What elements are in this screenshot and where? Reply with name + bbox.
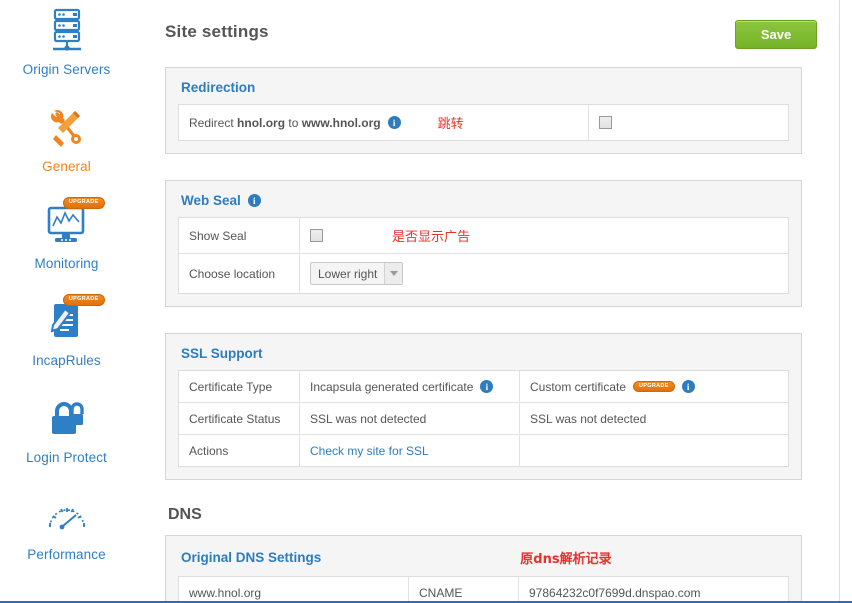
sidebar-item-monitoring[interactable]: UPGRADE Monitoring xyxy=(0,197,133,297)
redirection-panel: Redirection Redirect hnol.org to www.hno… xyxy=(165,67,802,154)
redirect-to: www.hnol.org xyxy=(301,115,381,130)
original-dns-settings-title: Original DNS Settings 原dns解析记录 xyxy=(181,548,789,567)
choose-location-value-cell: Lower right xyxy=(300,254,788,293)
sidebar-item-label: IncapRules xyxy=(32,353,101,368)
ssl-incapsula-cert-text: Incapsula generated certificate xyxy=(310,379,474,394)
ssl-row-label: Actions xyxy=(179,435,300,466)
sidebar-item-login-protect[interactable]: Login Protect xyxy=(0,394,133,491)
ssl-row-label: Certificate Status xyxy=(179,403,300,434)
ssl-status-incapsula: SSL was not detected xyxy=(300,403,520,434)
main-content: Site settings Save Redirection Redirect … xyxy=(133,0,852,601)
table-row: Choose location Lower right xyxy=(179,254,788,293)
web-seal-title: Web Seal i xyxy=(181,193,789,208)
table-row: Certificate Type Incapsula generated cer… xyxy=(179,371,788,403)
redirection-table: Redirect hnol.org to www.hnol.org i 跳转 xyxy=(178,104,789,141)
redirect-annotation: 跳转 xyxy=(437,117,464,132)
sidebar-item-incaprules[interactable]: UPGRADE IncapRules xyxy=(0,294,133,394)
sidebar-item-wave[interactable] xyxy=(0,588,133,601)
web-seal-title-text: Web Seal xyxy=(181,193,241,208)
save-button[interactable]: Save xyxy=(735,20,817,49)
monitor-chart-icon: UPGRADE xyxy=(41,197,105,252)
wave-icon xyxy=(43,588,91,601)
redirection-title: Redirection xyxy=(181,80,256,95)
ssl-row-label: Certificate Type xyxy=(179,371,300,402)
upgrade-badge[interactable]: UPGRADE xyxy=(633,380,675,393)
chevron-down-icon[interactable] xyxy=(384,263,403,284)
table-row: Actions Check my site for SSL xyxy=(179,435,788,466)
check-site-for-ssl-link[interactable]: Check my site for SSL xyxy=(310,444,429,458)
dns-panel: Original DNS Settings 原dns解析记录 www.hnol.… xyxy=(165,535,802,601)
upgrade-badge: UPGRADE xyxy=(62,294,105,306)
speedometer-icon xyxy=(42,491,92,543)
sidebar-item-label: Monitoring xyxy=(34,256,99,271)
choose-location-label: Choose location xyxy=(179,254,300,293)
web-seal-table: Show Seal 是否显示广告 Choose location Lower r… xyxy=(178,217,789,294)
sidebar-item-origin-servers[interactable]: Origin Servers xyxy=(0,6,133,103)
redirect-checkbox[interactable] xyxy=(599,116,612,129)
info-icon[interactable]: i xyxy=(681,380,695,393)
info-icon[interactable]: i xyxy=(480,380,494,393)
upgrade-badge: UPGRADE xyxy=(62,197,105,209)
info-icon[interactable]: i xyxy=(387,116,401,129)
sidebar-item-label: Origin Servers xyxy=(22,62,111,77)
redirect-label: Redirect hnol.org to www.hnol.org xyxy=(189,115,381,130)
app-root: Origin Servers General UPGRADE Monitorin… xyxy=(0,0,852,603)
tools-icon xyxy=(44,103,90,155)
dns-table: www.hnol.org CNAME 97864232c0f7699d.dnsp… xyxy=(178,576,789,601)
dns-annotation: 原dns解析记录 xyxy=(520,552,612,567)
info-icon[interactable]: i xyxy=(247,194,261,207)
ssl-incapsula-cert-cell: Incapsula generated certificate i xyxy=(300,371,520,402)
dns-record-host: www.hnol.org xyxy=(179,577,409,601)
redirect-label-cell: Redirect hnol.org to www.hnol.org i 跳转 xyxy=(179,105,589,140)
show-seal-label: Show Seal xyxy=(179,218,300,253)
sidebar-item-label: General xyxy=(42,159,91,174)
table-row: Redirect hnol.org to www.hnol.org i 跳转 xyxy=(179,105,788,140)
ssl-actions-cell: Check my site for SSL xyxy=(300,435,520,466)
table-row: Show Seal 是否显示广告 xyxy=(179,218,788,254)
show-seal-checkbox[interactable] xyxy=(310,229,323,242)
sidebar-item-performance[interactable]: Performance xyxy=(0,491,133,588)
sidebar: Origin Servers General UPGRADE Monitorin… xyxy=(0,0,133,601)
dns-record-type: CNAME xyxy=(409,577,519,601)
sidebar-item-label: Login Protect xyxy=(26,450,107,465)
content-header: Site settings Save xyxy=(165,0,852,49)
choose-location-select[interactable]: Lower right xyxy=(310,262,404,285)
page-scrollbar[interactable] xyxy=(839,0,852,601)
original-dns-settings-text: Original DNS Settings xyxy=(181,550,322,565)
sidebar-item-general[interactable]: General xyxy=(0,103,133,200)
ssl-custom-cert-text: Custom certificate xyxy=(530,379,627,394)
rules-pencil-icon: UPGRADE xyxy=(41,294,105,349)
choose-location-selected: Lower right xyxy=(318,266,378,281)
show-seal-annotation: 是否显示广告 xyxy=(392,230,471,245)
server-rack-icon xyxy=(44,6,90,58)
ssl-support-panel: SSL Support Certificate Type Incapsula g… xyxy=(165,333,802,480)
table-row: Certificate Status SSL was not detected … xyxy=(179,403,788,435)
dns-section-title: DNS xyxy=(168,506,202,523)
web-seal-panel: Web Seal i Show Seal 是否显示广告 Choose locat… xyxy=(165,180,802,307)
dns-record-value: 97864232c0f7699d.dnspao.com xyxy=(529,585,701,600)
page-title: Site settings xyxy=(165,22,269,41)
ssl-status-custom: SSL was not detected xyxy=(530,411,647,426)
ssl-actions-empty-cell xyxy=(520,435,788,466)
redirect-toggle-cell xyxy=(589,105,788,140)
ssl-support-title: SSL Support xyxy=(181,346,263,361)
ssl-custom-cert-cell: Custom certificate UPGRADE i xyxy=(520,371,788,402)
ssl-table: Certificate Type Incapsula generated cer… xyxy=(178,370,789,467)
sidebar-item-label: Performance xyxy=(27,547,106,562)
table-row: www.hnol.org CNAME 97864232c0f7699d.dnsp… xyxy=(179,577,788,601)
redirect-from: hnol.org xyxy=(237,115,286,130)
show-seal-value-cell: 是否显示广告 xyxy=(300,218,788,253)
padlock-icon xyxy=(43,394,91,446)
